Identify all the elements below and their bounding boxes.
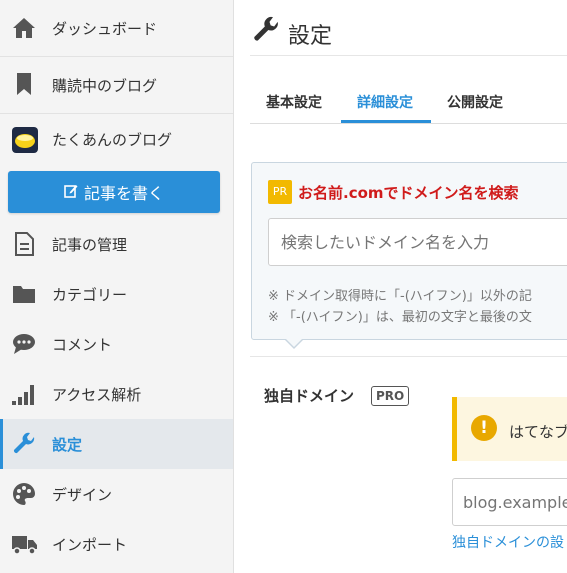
truck-icon xyxy=(12,532,37,556)
pr-title[interactable]: お名前.comでドメイン名を検索 xyxy=(298,182,519,203)
sidebar: ダッシュボード 購読中のブログ たくあんのブログ 記事を書く 記事の管理 カテゴ… xyxy=(0,0,234,573)
home-icon xyxy=(12,16,36,40)
sidebar-item-label: デザイン xyxy=(52,485,113,504)
pr-note-2: ※ 「-(ハイフン)」は、最初の文字と最後の文 xyxy=(268,310,532,325)
tab-publish-settings[interactable]: 公開設定 xyxy=(447,92,503,112)
comment-icon xyxy=(12,332,36,356)
pr-box-caret-inner xyxy=(285,338,303,347)
bar-chart-icon xyxy=(12,382,36,406)
domain-search-input[interactable] xyxy=(268,218,567,266)
sidebar-item-design[interactable]: デザイン xyxy=(0,469,233,519)
active-indicator xyxy=(0,419,3,469)
divider xyxy=(250,356,567,357)
sidebar-item-label: 記事の管理 xyxy=(52,235,128,254)
tab-advanced-settings[interactable]: 詳細設定 xyxy=(357,92,413,112)
wrench-icon xyxy=(252,16,280,48)
custom-domain-input[interactable] xyxy=(452,478,567,526)
page-title: 設定 xyxy=(288,24,333,49)
sidebar-item-label: 購読中のブログ xyxy=(52,76,158,95)
sidebar-item-category[interactable]: カテゴリー xyxy=(0,269,233,319)
sidebar-item-label: 設定 xyxy=(52,435,83,454)
divider xyxy=(250,55,567,56)
pro-badge: PRO xyxy=(371,386,410,406)
sidebar-item-dashboard[interactable]: ダッシュボード xyxy=(0,0,233,56)
sidebar-item-label: アクセス解析 xyxy=(52,385,142,404)
sidebar-item-analytics[interactable]: アクセス解析 xyxy=(0,369,233,419)
blog-avatar-icon xyxy=(12,127,38,153)
write-post-button[interactable]: 記事を書く xyxy=(8,171,220,213)
sidebar-item-settings[interactable]: 設定 xyxy=(0,419,233,469)
warning-text: はてなブ xyxy=(509,423,567,441)
palette-icon xyxy=(12,482,36,506)
folder-icon xyxy=(12,282,36,306)
sidebar-item-label: たくあんのブログ xyxy=(52,130,173,149)
tab-basic-settings[interactable]: 基本設定 xyxy=(266,92,322,112)
active-tab-indicator xyxy=(341,120,431,123)
sidebar-item-import[interactable]: インポート xyxy=(0,519,233,569)
sidebar-item-label: インポート xyxy=(52,535,128,554)
sidebar-item-comments[interactable]: コメント xyxy=(0,319,233,369)
pr-note-1: ※ ドメイン取得時に「-(ハイフン)」以外の記 xyxy=(268,289,532,304)
custom-domain-label: 独自ドメイン xyxy=(264,387,355,405)
sidebar-item-blog[interactable]: たくあんのブログ xyxy=(0,114,233,164)
custom-domain-help-link[interactable]: 独自ドメインの設 xyxy=(452,532,564,552)
sidebar-item-subscribed[interactable]: 購読中のブログ xyxy=(0,57,233,113)
warning-icon: ! xyxy=(471,415,497,441)
bookmark-icon xyxy=(12,72,36,96)
sidebar-item-label: カテゴリー xyxy=(52,285,128,304)
sidebar-item-label: ダッシュボード xyxy=(52,19,158,38)
document-icon xyxy=(12,232,36,256)
tabs-baseline xyxy=(250,123,567,124)
write-button-label: 記事を書く xyxy=(83,184,164,203)
pr-badge: PR xyxy=(268,180,292,204)
sidebar-item-label: コメント xyxy=(52,335,113,354)
sidebar-item-manage-posts[interactable]: 記事の管理 xyxy=(0,219,233,269)
edit-icon xyxy=(64,183,78,202)
wrench-icon xyxy=(12,432,36,456)
